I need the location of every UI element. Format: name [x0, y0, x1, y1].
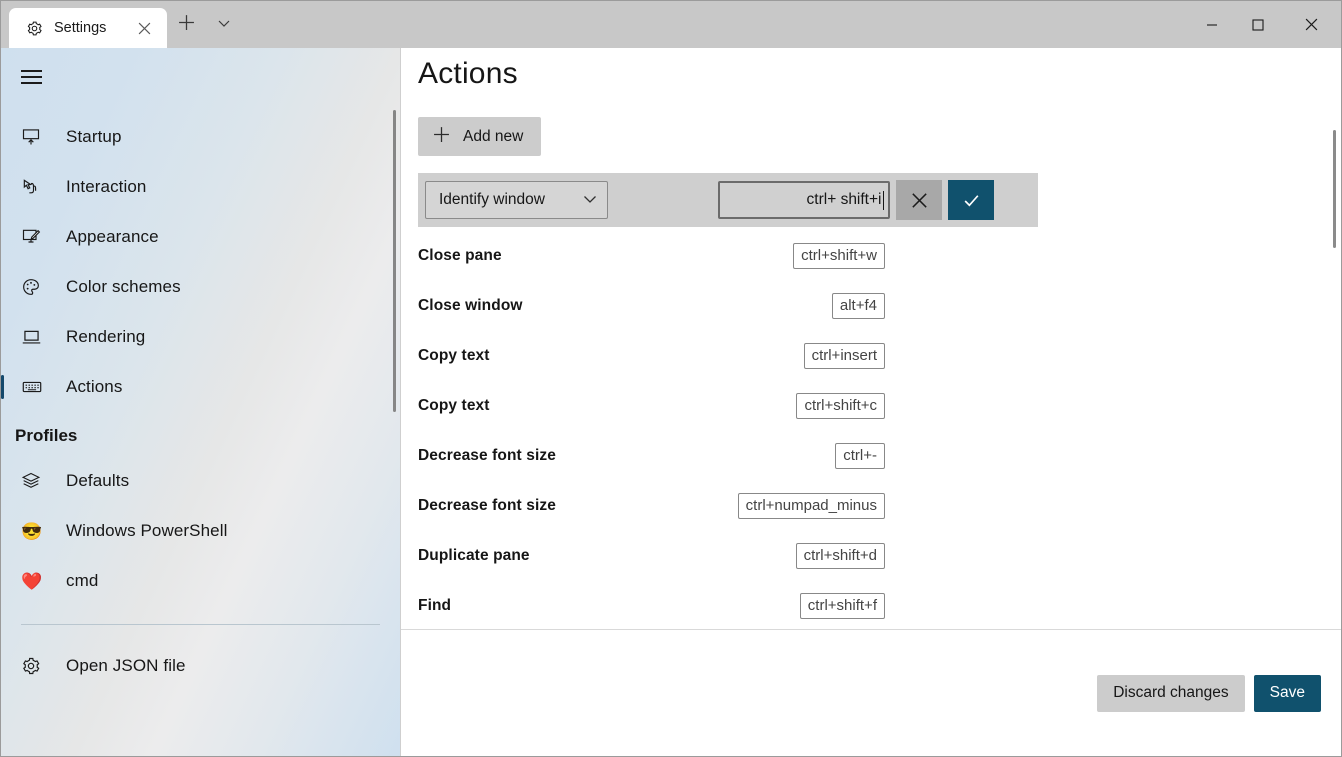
action-label: Decrease font size: [418, 447, 556, 464]
sidebar-item-label: Open JSON file: [66, 656, 186, 675]
sidebar-item-defaults[interactable]: Defaults: [1, 456, 400, 506]
selection-indicator: [1, 375, 4, 399]
shortcut-chip[interactable]: alt+f4: [831, 293, 885, 319]
action-label: Copy text: [418, 347, 490, 364]
shortcut-chip[interactable]: ctrl+shift+c: [796, 393, 885, 419]
sidebar-item-label: Color schemes: [66, 277, 181, 296]
footer-action-bar: Discard changes Save: [401, 630, 1341, 756]
discard-changes-button[interactable]: Discard changes: [1097, 674, 1245, 712]
startup-icon: [21, 123, 55, 151]
close-icon[interactable]: [131, 15, 157, 41]
action-label: Find: [418, 597, 452, 614]
save-button[interactable]: Save: [1253, 674, 1321, 712]
window-controls: [1189, 1, 1341, 48]
sidebar: Startup Interaction Appearance Color sch…: [1, 48, 401, 756]
sidebar-item-label: Interaction: [66, 177, 147, 196]
profiles-header: Profiles: [15, 426, 78, 445]
sidebar-item-startup[interactable]: Startup: [1, 112, 400, 162]
action-label: Duplicate pane: [418, 547, 530, 564]
rendering-icon: [21, 323, 55, 351]
add-new-label: Add new: [463, 127, 524, 145]
tab-title: Settings: [54, 20, 107, 36]
sidebar-item-cmd[interactable]: ❤️ cmd: [1, 556, 400, 606]
sidebar-item-interaction[interactable]: Interaction: [1, 162, 400, 212]
key-chord-value: ctrl+ shift+i: [806, 191, 882, 208]
chevron-down-icon: [583, 193, 597, 207]
window-body: Startup Interaction Appearance Color sch…: [1, 48, 1341, 756]
sidebar-item-windows-powershell[interactable]: 😎 Windows PowerShell: [1, 506, 400, 556]
close-button[interactable]: [1281, 1, 1341, 48]
palette-icon: [21, 273, 55, 301]
main-content: Actions Add new Identify window ctrl+ sh…: [401, 48, 1341, 756]
chevron-down-icon[interactable]: [205, 6, 243, 40]
gear-icon: [21, 652, 55, 680]
table-row[interactable]: Close window alt+f4: [418, 281, 885, 331]
settings-window: Settings Startup Interaction Appearance …: [0, 0, 1342, 757]
tab-settings[interactable]: Settings: [9, 8, 168, 48]
actions-scroll-area: Actions Add new Identify window ctrl+ sh…: [401, 48, 1341, 630]
sidebar-item-label: Windows PowerShell: [66, 521, 228, 540]
shortcut-chip[interactable]: ctrl+-: [835, 443, 885, 469]
gear-icon: [26, 20, 43, 37]
action-edit-row: Identify window ctrl+ shift+i: [418, 173, 1038, 227]
interaction-icon: [21, 173, 55, 201]
shortcut-chip[interactable]: ctrl+numpad_minus: [737, 493, 885, 519]
sidebar-item-label: Startup: [66, 127, 122, 146]
action-label: Close window: [418, 297, 523, 314]
table-row[interactable]: Close pane ctrl+shift+w: [418, 231, 885, 281]
table-row[interactable]: Decrease font size ctrl+-: [418, 431, 885, 481]
shortcut-chip[interactable]: ctrl+insert: [803, 343, 885, 369]
page-title: Actions: [418, 57, 518, 90]
table-row[interactable]: Find ctrl+shift+f: [418, 581, 885, 630]
sidebar-item-label: Defaults: [66, 471, 130, 490]
shortcut-chip[interactable]: ctrl+shift+d: [795, 543, 885, 569]
tab-strip: Settings: [1, 1, 243, 48]
table-row[interactable]: Copy text ctrl+shift+c: [418, 381, 885, 431]
shortcut-chip[interactable]: ctrl+shift+w: [793, 243, 885, 269]
checkmark-icon: [964, 194, 978, 206]
accept-edit-button[interactable]: [948, 180, 994, 220]
action-name-dropdown[interactable]: Identify window: [425, 181, 608, 219]
sidebar-item-rendering[interactable]: Rendering: [1, 312, 400, 362]
content-scrollbar[interactable]: [1333, 130, 1336, 248]
hamburger-icon[interactable]: [7, 55, 55, 99]
sunglasses-face-emoji: 😎: [21, 521, 43, 541]
scroll-boundary-divider: [401, 629, 1341, 630]
tab-actions: [167, 1, 243, 48]
cancel-edit-button[interactable]: [896, 180, 942, 220]
keyboard-icon: [21, 373, 55, 401]
sidebar-item-label: Appearance: [66, 227, 159, 246]
sidebar-divider: [21, 624, 380, 625]
sidebar-scrollbar[interactable]: [393, 110, 396, 412]
sidebar-item-label: Actions: [66, 377, 123, 396]
shortcut-chip[interactable]: ctrl+shift+f: [799, 593, 885, 619]
action-label: Decrease font size: [418, 497, 556, 514]
action-label: Close pane: [418, 247, 502, 264]
table-row[interactable]: Decrease font size ctrl+numpad_minus: [418, 481, 885, 531]
table-row[interactable]: Duplicate pane ctrl+shift+d: [418, 531, 885, 581]
maximize-button[interactable]: [1235, 1, 1281, 48]
action-name-value: Identify window: [439, 191, 545, 208]
table-row[interactable]: Copy text ctrl+insert: [418, 331, 885, 381]
plus-icon[interactable]: [167, 6, 205, 40]
sidebar-nav: Startup Interaction Appearance Color sch…: [1, 112, 400, 691]
sidebar-item-appearance[interactable]: Appearance: [1, 212, 400, 262]
action-label: Copy text: [418, 397, 490, 414]
actions-list: Close pane ctrl+shift+w Close window alt…: [418, 231, 885, 630]
layers-icon: [21, 467, 55, 495]
add-new-button[interactable]: Add new: [418, 117, 542, 156]
sidebar-item-label: cmd: [66, 571, 99, 590]
sidebar-item-open-json-file[interactable]: Open JSON file: [1, 641, 400, 691]
sidebar-item-label: Rendering: [66, 327, 146, 346]
text-caret: [882, 190, 884, 210]
key-chord-input[interactable]: ctrl+ shift+i: [718, 181, 890, 219]
minimize-button[interactable]: [1189, 1, 1235, 48]
heart-emoji: ❤️: [21, 571, 43, 591]
sidebar-item-actions[interactable]: Actions: [1, 362, 400, 412]
plus-icon: [433, 126, 450, 147]
sidebar-item-color-schemes[interactable]: Color schemes: [1, 262, 400, 312]
title-bar: Settings: [1, 1, 1341, 48]
appearance-icon: [21, 223, 55, 251]
